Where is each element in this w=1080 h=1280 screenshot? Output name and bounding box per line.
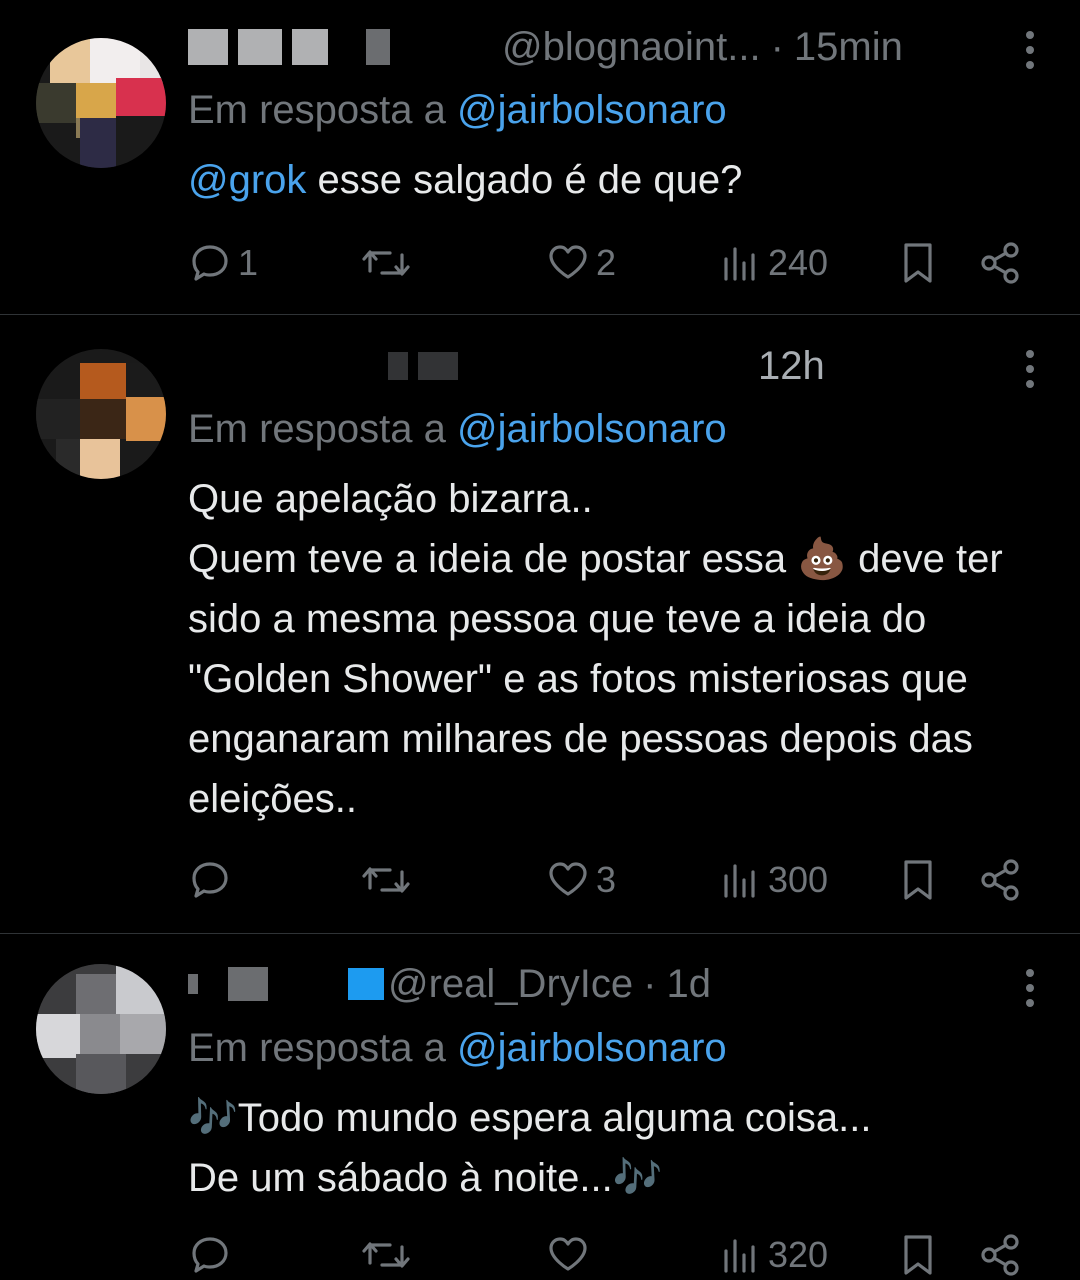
views-button[interactable]: 320 [718, 1230, 828, 1280]
tweet-text: @grok esse salgado é de que? [188, 150, 1058, 210]
like-button[interactable]: 3 [546, 855, 616, 905]
heart-icon [549, 862, 587, 896]
reply-icon [192, 1237, 228, 1273]
views-count: 320 [768, 1234, 829, 1275]
reply-to-mention[interactable]: @jairbolsonaro [457, 407, 727, 451]
retweet-button[interactable] [360, 238, 418, 288]
heart-icon [549, 245, 587, 279]
retweet-button[interactable] [360, 1230, 418, 1280]
reply-prefix: Em resposta a [188, 1026, 446, 1070]
tweet-body: esse salgado é de que? [306, 158, 743, 202]
share-icon [981, 1234, 1019, 1276]
more-icon[interactable] [1020, 958, 1040, 1018]
views-count: 300 [768, 859, 829, 900]
timestamp[interactable]: 12h [758, 344, 825, 389]
tweet[interactable]: @blognaoint... · 15min Em resposta a @ja… [0, 0, 1080, 314]
tweet-line: 🎶Todo mundo espera alguma coisa... [188, 1096, 872, 1140]
reply-button[interactable] [188, 1230, 238, 1280]
more-icon[interactable] [1020, 339, 1040, 399]
tweet-text: Que apelação bizarra.. Quem teve a ideia… [188, 469, 1058, 829]
reply-button[interactable] [188, 855, 238, 905]
bookmark-icon [904, 243, 932, 283]
reply-to-mention[interactable]: @jairbolsonaro [457, 1026, 727, 1070]
views-count: 240 [768, 242, 829, 283]
like-button[interactable]: 2 [546, 238, 616, 288]
redacted-name [188, 29, 228, 65]
like-count: 3 [596, 859, 617, 900]
share-icon [981, 859, 1019, 901]
reply-to-mention[interactable]: @jairbolsonaro [457, 88, 727, 132]
action-bar: 320 [188, 1230, 1038, 1280]
redacted-name [292, 29, 328, 65]
tweet[interactable]: @real_DryIce · 1d Em resposta a @jairbol… [0, 934, 1080, 1276]
redacted-name [366, 29, 390, 65]
reply-icon [192, 245, 228, 281]
tweet-line: Que apelação bizarra.. [188, 477, 593, 521]
reply-prefix: Em resposta a [188, 407, 446, 451]
views-button[interactable]: 240 [718, 238, 828, 288]
share-button[interactable] [978, 238, 1024, 288]
retweet-icon [362, 250, 410, 276]
views-button[interactable]: 300 [718, 855, 828, 905]
tweet-header: 12h [188, 341, 825, 391]
avatar[interactable] [36, 38, 166, 168]
reply-context: Em resposta a @jairbolsonaro [188, 88, 727, 133]
tweet-header: @blognaoint... · 15min [188, 22, 903, 72]
reply-context: Em resposta a @jairbolsonaro [188, 407, 727, 452]
separator: · [770, 24, 784, 69]
redacted-name [418, 352, 458, 380]
retweet-icon [362, 1242, 410, 1268]
reply-prefix: Em resposta a [188, 88, 446, 132]
tweet-header: @real_DryIce · 1d [188, 959, 711, 1009]
share-button[interactable] [978, 855, 1024, 905]
share-button[interactable] [978, 1230, 1024, 1280]
avatar[interactable] [36, 349, 166, 479]
like-count: 2 [596, 242, 617, 283]
text-mention[interactable]: @grok [188, 158, 306, 202]
redacted-name [228, 967, 268, 1001]
bookmark-button[interactable] [898, 238, 938, 288]
views-icon [724, 864, 755, 898]
like-button[interactable] [546, 1230, 596, 1280]
reply-button[interactable]: 1 [188, 238, 258, 288]
retweet-button[interactable] [360, 855, 418, 905]
timestamp[interactable]: 1d [666, 962, 711, 1007]
redacted-name [388, 352, 408, 380]
user-handle[interactable]: @real_DryIce [388, 962, 633, 1007]
tweet[interactable]: 12h Em resposta a @jairbolsonaro Que ape… [0, 315, 1080, 933]
views-icon [724, 247, 755, 281]
avatar[interactable] [36, 964, 166, 1094]
tweet-text: 🎶Todo mundo espera alguma coisa... De um… [188, 1088, 1058, 1208]
bookmark-icon [904, 1235, 932, 1275]
bookmark-button[interactable] [898, 1230, 938, 1280]
reply-context: Em resposta a @jairbolsonaro [188, 1026, 727, 1071]
action-bar: 1 2 240 [188, 238, 1038, 288]
timestamp[interactable]: 15min [794, 25, 903, 70]
views-icon [724, 1239, 755, 1273]
redacted-name [188, 974, 198, 994]
user-handle[interactable]: @blognaoint... [502, 25, 761, 70]
tweet-line: De um sábado à noite...🎶 [188, 1156, 663, 1200]
reply-icon [192, 862, 228, 898]
bookmark-button[interactable] [898, 855, 938, 905]
action-bar: 3 300 [188, 855, 1038, 905]
share-icon [981, 242, 1019, 284]
heart-icon [549, 1237, 587, 1271]
reply-count: 1 [238, 242, 259, 283]
bookmark-icon [904, 860, 932, 900]
separator: · [643, 961, 657, 1006]
more-icon[interactable] [1020, 20, 1040, 80]
retweet-icon [362, 867, 410, 893]
redacted-badge [348, 968, 384, 1000]
tweet-line: Quem teve a ideia de postar essa 💩 deve … [188, 537, 1003, 821]
redacted-name [238, 29, 282, 65]
